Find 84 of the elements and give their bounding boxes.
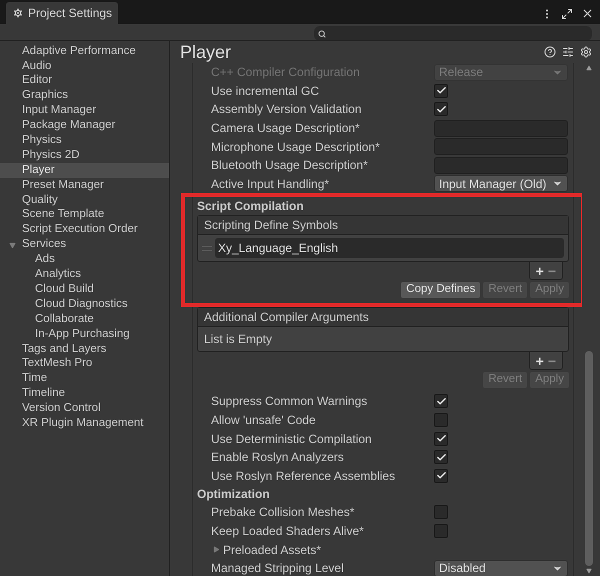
checkbox[interactable] <box>434 468 448 483</box>
checkbox[interactable] <box>434 102 448 116</box>
setting-label: Managed Stripping Level <box>211 560 345 576</box>
gear-icon <box>12 7 24 19</box>
sidebar-item[interactable]: Graphics <box>0 88 169 104</box>
scrollbar-thumb[interactable] <box>585 351 593 566</box>
setting-label: Assembly Version Validation <box>211 101 363 118</box>
sidebar-item[interactable]: Physics <box>0 133 169 148</box>
sidebar-item[interactable]: Physics 2D <box>0 148 169 164</box>
check-icon <box>436 396 446 407</box>
close-icon[interactable] <box>581 7 594 20</box>
sidebar-item[interactable]: Audio <box>0 58 169 74</box>
settings-icon[interactable] <box>580 46 592 58</box>
sidebar-item[interactable]: Services <box>0 238 169 252</box>
setting-label: Keep Loaded Shaders Alive* <box>211 523 365 540</box>
window-tab[interactable]: Project Settings <box>6 2 118 24</box>
sidebar-item[interactable]: Version Control <box>0 401 169 416</box>
section-heading: Script Compilation <box>197 198 305 216</box>
checkbox[interactable] <box>434 450 448 464</box>
drag-handle-icon[interactable] <box>202 246 212 251</box>
list-header: Scripting Define Symbols <box>198 216 568 236</box>
check-icon <box>436 452 446 463</box>
empty-list-text: List is Empty <box>203 331 274 348</box>
search-icon <box>318 30 326 38</box>
sidebar-item[interactable]: Package Manager <box>0 118 169 134</box>
search-field[interactable] <box>314 26 592 41</box>
sidebar-item[interactable]: TextMesh Pro <box>0 356 169 372</box>
scroll-down-icon[interactable] <box>586 568 592 574</box>
setting-label: Enable Roslyn Analyzers <box>211 449 345 466</box>
sidebar-item[interactable]: Analytics <box>0 267 169 282</box>
sidebar-item[interactable]: Time <box>0 372 169 386</box>
sidebar-item[interactable]: Timeline <box>0 386 169 402</box>
setting-label: Prebake Collision Meshes* <box>211 504 356 522</box>
sidebar-item[interactable]: Cloud Build <box>0 282 169 298</box>
sidebar-item[interactable]: Editor <box>0 74 169 89</box>
setting-label: Bluetooth Usage Description* <box>211 157 369 174</box>
sidebar-item[interactable]: Quality <box>0 192 169 208</box>
sidebar-item[interactable]: Player <box>0 163 169 178</box>
sidebar-item[interactable]: Script Execution Order <box>0 222 169 238</box>
list-entry-field[interactable]: Xy_Language_English <box>215 238 564 258</box>
sidebar-item[interactable]: Adaptive Performance <box>0 44 169 59</box>
sliders-icon[interactable] <box>562 46 574 58</box>
setting-label: Allow 'unsafe' Code <box>211 412 317 430</box>
sidebar-item[interactable]: In-App Purchasing <box>0 326 169 342</box>
action-button[interactable]: Copy Defines <box>401 282 480 298</box>
checkbox[interactable] <box>434 394 448 408</box>
sidebar-item[interactable]: Tags and Layers <box>0 342 169 357</box>
scroll-up-icon[interactable] <box>586 65 592 71</box>
setting-label: Active Input Handling* <box>211 176 330 193</box>
check-icon <box>436 85 446 96</box>
sidebar-item[interactable]: XR Plugin Management <box>0 416 169 432</box>
checkbox[interactable] <box>434 505 448 520</box>
expand-arrow-icon[interactable] <box>9 242 16 249</box>
sidebar-item[interactable]: Input Manager <box>0 104 169 118</box>
help-icon[interactable] <box>544 46 556 58</box>
sidebar-item[interactable]: Collaborate <box>0 312 169 327</box>
sidebar-item[interactable]: Cloud Diagnostics <box>0 297 169 312</box>
page-title: Player <box>180 40 232 64</box>
setting-label: Use incremental GC <box>211 82 320 100</box>
check-icon <box>436 470 446 482</box>
check-icon <box>436 104 446 115</box>
sidebar-item[interactable]: Ads <box>0 252 169 268</box>
setting-label: C++ Compiler Configuration <box>211 64 361 82</box>
checkbox[interactable] <box>434 84 448 98</box>
maximize-icon[interactable] <box>561 8 573 20</box>
foldout-arrow-icon[interactable] <box>213 546 220 554</box>
sidebar-item[interactable]: Preset Manager <box>0 178 169 193</box>
setting-label: Use Deterministic Compilation <box>211 430 373 448</box>
setting-label: Microphone Usage Description* <box>211 138 381 156</box>
setting-label: Camera Usage Description* <box>211 120 361 138</box>
setting-label: Suppress Common Warnings <box>211 393 368 410</box>
foldout-label[interactable]: Preloaded Assets* <box>223 540 322 559</box>
checkbox[interactable] <box>434 524 448 538</box>
dropdown[interactable]: Input Manager (Old) <box>434 175 568 192</box>
add-button[interactable]: + <box>536 264 544 278</box>
add-button[interactable]: + <box>536 354 544 368</box>
list-header: Additional Compiler Arguments <box>198 308 568 328</box>
checkbox[interactable] <box>434 432 448 446</box>
check-icon <box>436 433 446 444</box>
checkbox[interactable] <box>434 413 448 428</box>
sidebar-item[interactable]: Scene Template <box>0 208 169 223</box>
dropdown[interactable]: Disabled <box>434 560 568 576</box>
section-heading: Optimization <box>197 486 271 504</box>
setting-label: Use Roslyn Reference Assemblies <box>211 468 396 485</box>
